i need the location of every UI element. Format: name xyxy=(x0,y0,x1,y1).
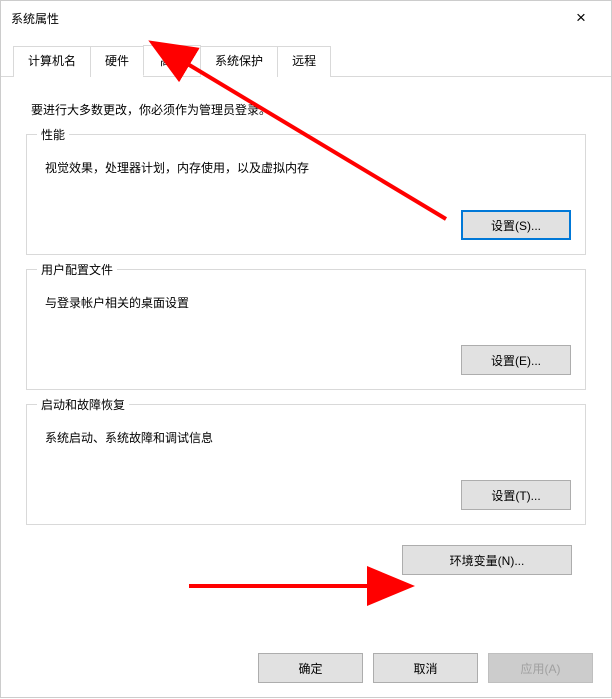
dialog-title: 系统属性 xyxy=(11,10,59,27)
performance-group: 性能 视觉效果，处理器计划，内存使用，以及虚拟内存 设置(S)... xyxy=(26,134,586,255)
titlebar: 系统属性 × xyxy=(1,1,611,35)
cancel-button[interactable]: 取消 xyxy=(373,653,478,683)
profiles-title: 用户配置文件 xyxy=(37,261,117,278)
startup-group: 启动和故障恢复 系统启动、系统故障和调试信息 设置(T)... xyxy=(26,404,586,525)
performance-title: 性能 xyxy=(37,126,69,143)
profiles-settings-button[interactable]: 设置(E)... xyxy=(461,345,571,375)
close-icon[interactable]: × xyxy=(561,3,601,33)
tab-remote[interactable]: 远程 xyxy=(277,46,331,77)
ok-button[interactable]: 确定 xyxy=(258,653,363,683)
tab-advanced[interactable]: 高级 xyxy=(143,45,201,76)
tab-system-protection[interactable]: 系统保护 xyxy=(200,46,278,77)
tab-computer-name[interactable]: 计算机名 xyxy=(13,46,91,77)
profiles-desc: 与登录帐户相关的桌面设置 xyxy=(45,294,571,311)
content-area: 要进行大多数更改，你必须作为管理员登录。 性能 视觉效果，处理器计划，内存使用，… xyxy=(1,77,611,585)
system-properties-dialog: 系统属性 × 计算机名 硬件 高级 系统保护 远程 要进行大多数更改，你必须作为… xyxy=(0,0,612,698)
startup-desc: 系统启动、系统故障和调试信息 xyxy=(45,429,571,446)
startup-title: 启动和故障恢复 xyxy=(37,396,129,413)
performance-desc: 视觉效果，处理器计划，内存使用，以及虚拟内存 xyxy=(45,159,571,176)
tab-hardware[interactable]: 硬件 xyxy=(90,46,144,77)
apply-button: 应用(A) xyxy=(488,653,593,683)
environment-variables-button[interactable]: 环境变量(N)... xyxy=(402,545,572,575)
profiles-group: 用户配置文件 与登录帐户相关的桌面设置 设置(E)... xyxy=(26,269,586,390)
performance-settings-button[interactable]: 设置(S)... xyxy=(461,210,571,240)
startup-settings-button[interactable]: 设置(T)... xyxy=(461,480,571,510)
dialog-footer-buttons: 确定 取消 应用(A) xyxy=(258,653,593,683)
intro-text: 要进行大多数更改，你必须作为管理员登录。 xyxy=(31,101,581,118)
tab-bar: 计算机名 硬件 高级 系统保护 远程 xyxy=(1,45,611,77)
